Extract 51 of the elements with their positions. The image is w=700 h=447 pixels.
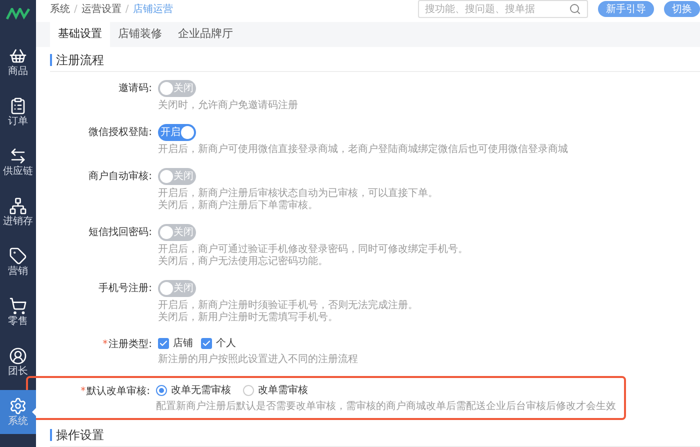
field-label: 邀请码:: [118, 82, 152, 96]
field-label: 短信找回密码:: [88, 226, 152, 240]
help-text: 配置新商户注册后默认是否需要改单审核，需审核的商户商城改单后需配送企业后台审核后修改才会生效: [156, 401, 616, 413]
basket-icon: [9, 47, 27, 65]
required-mark: *: [102, 338, 108, 352]
check-icon: [159, 339, 168, 348]
breadcrumb-separator: /: [125, 2, 129, 16]
search-icon: [569, 3, 581, 15]
network-icon: [9, 197, 27, 215]
help-text: 开启后，新商户注册时须验证手机号，否则无法完成注册。: [158, 300, 418, 312]
sidebar-item[interactable]: 进销存: [0, 190, 36, 234]
cart-icon: [9, 297, 27, 315]
sidebar-item[interactable]: 零售: [0, 290, 36, 334]
help-text: 开启后，新商户可使用微信直接登录商城，老商户登陆商城绑定微信后也可使用微信登录商城: [158, 144, 568, 156]
pointer-icon: [32, 408, 36, 416]
sidebar-item[interactable]: 商品: [0, 40, 36, 84]
clipboard-icon: [9, 97, 27, 115]
tag-icon: [9, 247, 27, 265]
help-text: 开启后，新商户注册后审核状态自动为已审核，可以直接下单。: [158, 188, 438, 200]
help-text: 关闭后，新商户注册后下单需审核。: [158, 200, 319, 212]
sidebar-item[interactable]: 供应链: [0, 140, 36, 184]
required-mark: *: [80, 385, 86, 399]
user-icon: [9, 347, 27, 365]
tab[interactable]: 基础设置: [50, 22, 110, 47]
help-text: 新注册的用户按照此设置进入不同的注册流程: [158, 354, 358, 366]
radio-option[interactable]: 改单无需审核: [156, 383, 231, 398]
search-field[interactable]: 搜功能、搜问题、搜单据: [418, 0, 588, 18]
checkbox[interactable]: 个人: [201, 336, 236, 351]
sidebar-item[interactable]: 营销: [0, 240, 36, 284]
check-icon: [202, 339, 211, 348]
help-text: 关闭后，商户无法使用忘记密码功能。: [158, 256, 329, 268]
field-label: 商户自动审核:: [88, 170, 152, 184]
section-title: 注册流程: [56, 52, 104, 68]
logo-icon: [6, 8, 30, 20]
section-title: 操作设置: [56, 426, 104, 444]
field-label: 手机号注册:: [98, 282, 152, 296]
arrows-icon: [9, 147, 27, 165]
field-label: 默认改单审核:: [86, 384, 150, 399]
radio-option[interactable]: 改单需审核: [243, 383, 308, 398]
breadcrumb-link[interactable]: 运营设置: [81, 2, 122, 16]
field-label: 微信授权登陆:: [88, 126, 152, 140]
settings-icon: [9, 397, 27, 415]
sidebar-item[interactable]: 团长: [0, 340, 36, 384]
help-text: 关闭后，新用户注册时无需填写手机号。: [158, 312, 339, 324]
help-text: 开启后，商户可通过验证手机修改登录密码，同时可修改绑定手机号。: [158, 244, 468, 256]
sidebar-item[interactable]: 订单: [0, 90, 36, 134]
checkbox[interactable]: 店铺: [158, 336, 193, 351]
breadcrumb-link[interactable]: 系统: [50, 2, 70, 16]
help-text: 关闭时，允许商户免邀请码注册: [158, 100, 298, 112]
breadcrumb-separator: /: [74, 2, 78, 16]
field-label: 注册类型:: [108, 338, 152, 352]
